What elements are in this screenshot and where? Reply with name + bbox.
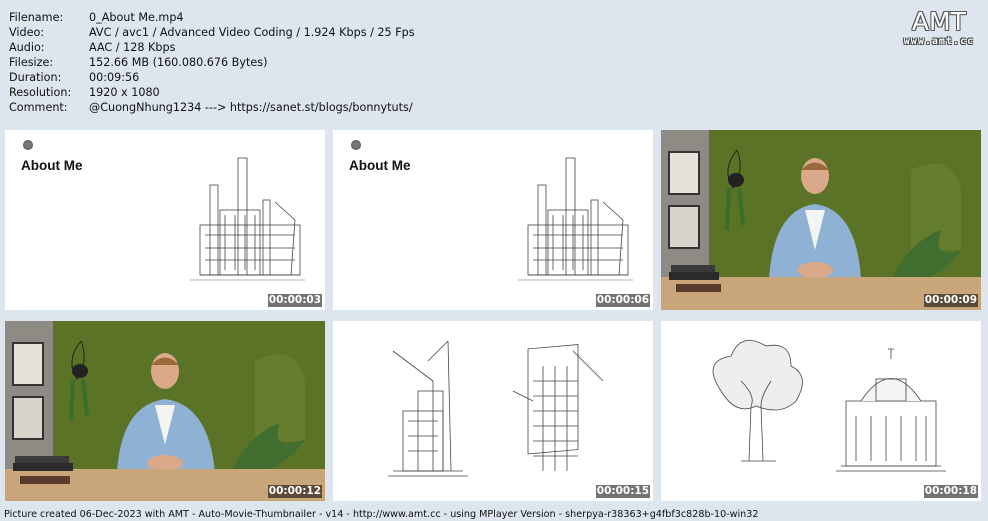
- file-info-panel: Filename: 0_About Me.mp4 Video: AVC / avc1…: [9, 10, 415, 115]
- info-value: AAC / 128 Kbps: [89, 41, 176, 54]
- amt-logo: AMT www.amt.cc: [903, 7, 974, 48]
- footer-credit: Picture created 06-Dec-2023 with AMT - A…: [4, 509, 759, 520]
- info-value: 1920 x 1080: [89, 86, 160, 99]
- info-key: Video:: [9, 26, 45, 39]
- presenter-scene: [661, 130, 981, 310]
- info-value: 00:09:56: [89, 71, 140, 84]
- thumbnail-4[interactable]: 00:00:12: [5, 321, 325, 501]
- info-row-duration: Duration: 00:09:56: [9, 70, 415, 85]
- info-key: Duration:: [9, 71, 62, 84]
- timestamp: 00:00:03: [267, 294, 322, 307]
- timestamp: 00:00:06: [595, 294, 650, 307]
- presenter-scene: [5, 321, 325, 501]
- info-row-resolution: Resolution: 1920 x 1080: [9, 85, 415, 100]
- thumbnail-5[interactable]: 00:00:15: [333, 321, 653, 501]
- info-key: Filesize:: [9, 56, 54, 69]
- power-station-sketch: [518, 157, 633, 281]
- logo-text: AMT: [911, 7, 966, 36]
- power-station-sketch: [190, 157, 305, 281]
- thumbnail-2[interactable]: About Me 00:00:06: [333, 130, 653, 310]
- info-row-filesize: Filesize: 152.66 MB (160.080.676 Bytes): [9, 55, 415, 70]
- cranes-sketch: [388, 340, 604, 477]
- thumbnail-6[interactable]: 00:00:18: [661, 321, 981, 501]
- info-value: 0_About Me.mp4: [89, 11, 184, 24]
- info-row-audio: Audio: AAC / 128 Kbps: [9, 40, 415, 55]
- info-row-video: Video: AVC / avc1 / Advanced Video Coding…: [9, 25, 415, 40]
- thumbnail-1[interactable]: About Me 00:00:03: [5, 130, 325, 310]
- info-row-comment: Comment: @CuongNhung1234 ---> https://san…: [9, 100, 415, 115]
- info-value: @CuongNhung1234 ---> https://sanet.st/bl…: [89, 101, 413, 114]
- timestamp: 00:00:12: [267, 485, 322, 498]
- logo-url: www.amt.cc: [903, 36, 974, 47]
- info-key: Filename:: [9, 11, 64, 24]
- tree-cathedral-sketch: [712, 339, 946, 472]
- info-key: Comment:: [9, 101, 68, 114]
- timestamp: 00:00:09: [923, 294, 978, 307]
- info-row-filename: Filename: 0_About Me.mp4: [9, 10, 415, 25]
- info-value: 152.66 MB (160.080.676 Bytes): [89, 56, 268, 69]
- timestamp: 00:00:15: [595, 485, 650, 498]
- info-key: Audio:: [9, 41, 45, 54]
- info-key: Resolution:: [9, 86, 72, 99]
- info-value: AVC / avc1 / Advanced Video Coding / 1.9…: [89, 26, 415, 39]
- timestamp: 00:00:18: [923, 485, 978, 498]
- thumbnail-3[interactable]: 00:00:09: [661, 130, 981, 310]
